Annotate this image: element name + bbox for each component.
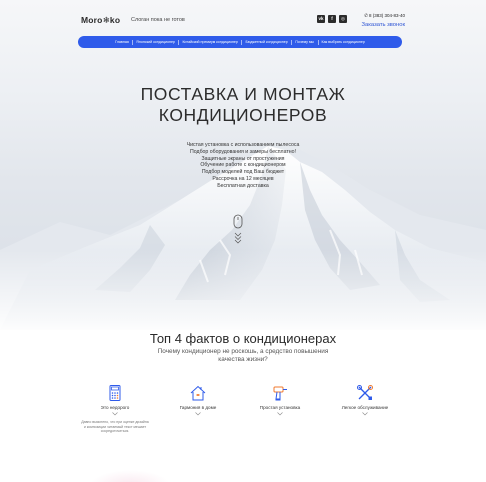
- drill-icon: [273, 386, 287, 401]
- contact-block: ✆8 (383) 304-83-40 Заказать звонок: [355, 13, 405, 28]
- facts-cards: Это недорого Давно выяснено, что при оце…: [80, 384, 410, 444]
- feature-item: Подбор оборудования и замеры бесплатно!: [190, 148, 296, 155]
- facts-section-title: Топ 4 фактов о кондиционерах: [149, 331, 337, 346]
- house-icon: [190, 385, 206, 401]
- feature-item: Защитные экраны от простужения: [201, 155, 285, 162]
- nav-item-chinese-premium[interactable]: Китайский премиум кондиционер: [179, 40, 242, 44]
- tools-icon: [357, 385, 373, 400]
- feature-item: Подбор моделей под Ваш бюджет: [201, 169, 285, 176]
- chevron-down-icon: [112, 412, 118, 416]
- chevron-down-icon: [362, 412, 368, 416]
- mouse-scroll-icon[interactable]: [233, 214, 243, 230]
- feature-item: Рассрочка на 12 месяцев: [212, 175, 274, 182]
- instagram-icon[interactable]: ◎: [339, 15, 347, 23]
- callback-link[interactable]: Заказать звонок: [355, 22, 405, 28]
- phone-number[interactable]: 8 (383) 304-83-40: [369, 13, 405, 18]
- site-logo[interactable]: Moro❄ko: [81, 15, 120, 26]
- hero-feature-list: Чистая установка с использованием пылесо…: [0, 142, 486, 190]
- site-header: Moro❄ko Слоган пока не готов vk f ◎ ✆8 (…: [77, 12, 407, 34]
- fact-card-installation[interactable]: Простая установка: [245, 384, 315, 416]
- decorative-blob: [90, 470, 170, 482]
- chevrons-down-icon[interactable]: [234, 232, 242, 244]
- fact-card-label: Легкое обслуживание: [341, 405, 389, 410]
- phone-number-row: ✆8 (383) 304-83-40: [355, 13, 405, 19]
- fact-card-label: Простая установка: [259, 405, 301, 410]
- fact-card-description: Давно выяснено, что при оценке дизайна и…: [81, 420, 149, 434]
- fact-card-label: Это недорого: [100, 405, 130, 410]
- chevron-down-icon: [277, 412, 283, 416]
- nav-item-why-us[interactable]: Почему мы: [292, 40, 318, 44]
- fact-card-harmony[interactable]: Гармония в доме: [163, 384, 233, 416]
- facebook-icon[interactable]: f: [328, 15, 336, 23]
- site-slogan: Слоган пока не готов: [131, 17, 185, 23]
- nav-item-how-to-choose[interactable]: Как выбрать кондиционер: [318, 40, 368, 44]
- hero-title-line-1: ПОСТАВКА И МОНТАЖ: [140, 84, 346, 104]
- calculator-icon: [109, 385, 121, 401]
- fact-card-cheap[interactable]: Это недорого Давно выяснено, что при оце…: [80, 384, 150, 434]
- chevron-down-icon: [195, 412, 201, 416]
- nav-item-japanese[interactable]: Японский кондиционер: [133, 40, 179, 44]
- landing-page: Moro❄ko Слоган пока не готов vk f ◎ ✆8 (…: [0, 0, 486, 482]
- vk-icon[interactable]: vk: [317, 15, 325, 23]
- main-navigation: Главная Японский кондиционер Китайский п…: [78, 36, 402, 48]
- fact-card-maintenance[interactable]: Легкое обслуживание: [330, 384, 400, 416]
- nav-item-budget[interactable]: Бюджетный кондиционер: [242, 40, 291, 44]
- feature-item: Чистая установка с использованием пылесо…: [186, 142, 300, 148]
- phone-icon: ✆: [364, 13, 368, 18]
- social-links: vk f ◎: [317, 15, 347, 23]
- feature-item: Бесплатная доставка: [217, 182, 269, 189]
- hero-title: ПОСТАВКА И МОНТАЖ КОНДИЦИОНЕРОВ: [0, 84, 486, 126]
- fact-card-label: Гармония в доме: [179, 405, 217, 410]
- nav-item-home[interactable]: Главная: [112, 40, 133, 44]
- facts-section-subtitle: Почему кондиционер не роскошь, а средств…: [157, 348, 329, 363]
- hero-title-line-2: КОНДИЦИОНЕРОВ: [158, 105, 328, 125]
